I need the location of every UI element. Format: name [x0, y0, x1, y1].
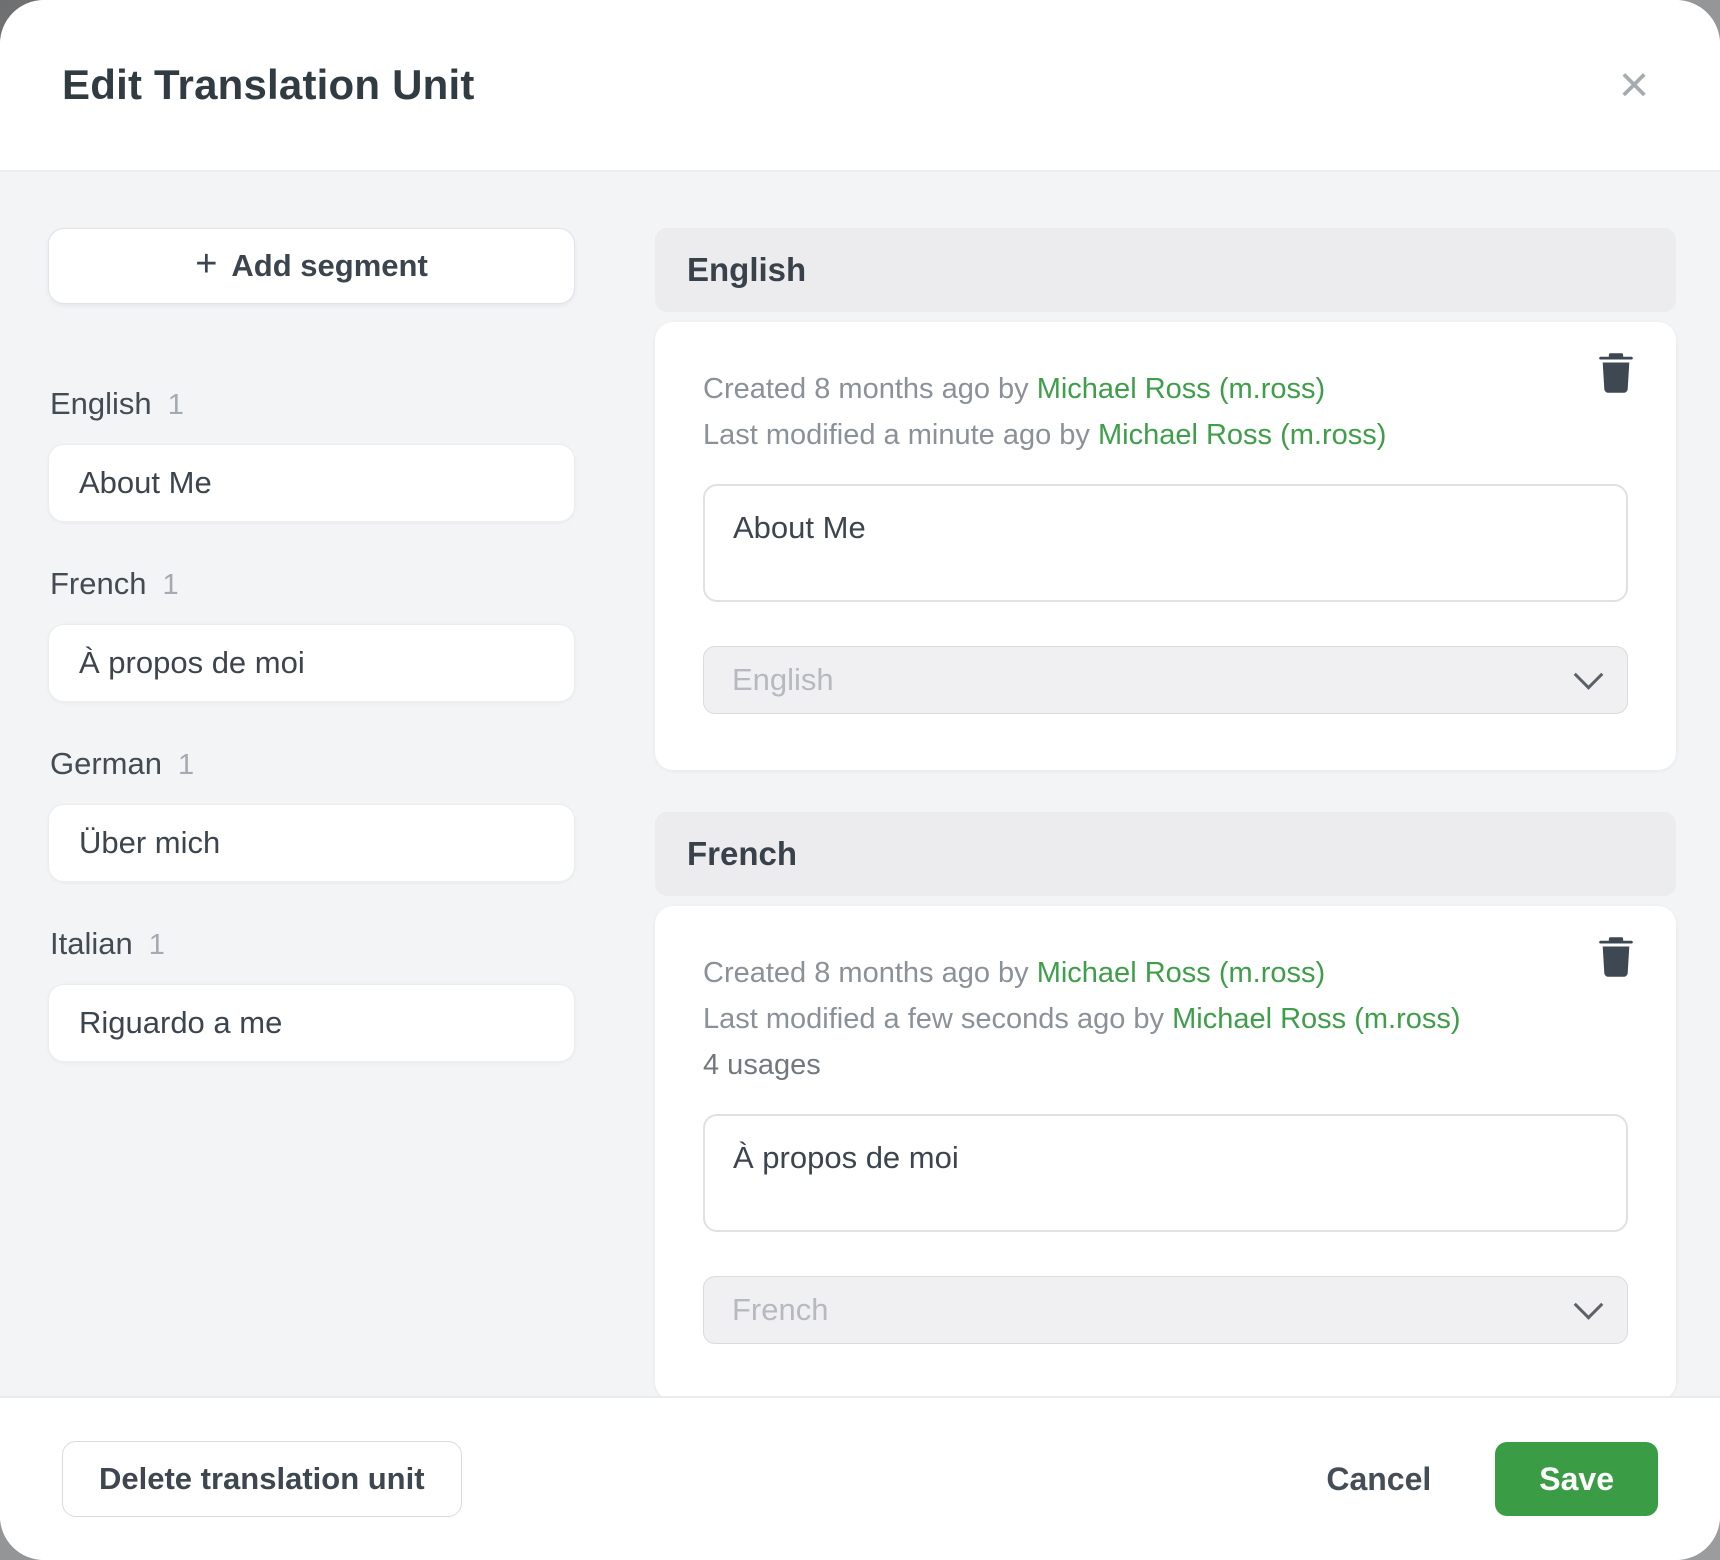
- segment-card-german[interactable]: Über mich: [48, 804, 575, 882]
- modal-title: Edit Translation Unit: [62, 61, 475, 109]
- segment-language: English: [50, 386, 152, 422]
- created-user-link[interactable]: Michael Ross (m.ross): [1037, 373, 1325, 405]
- modified-prefix: Last modified a minute ago by: [703, 419, 1098, 451]
- section-title: English: [687, 251, 806, 289]
- modal-body: + Add segment English 1 About Me French …: [0, 172, 1720, 1396]
- segment-card-english[interactable]: About Me: [48, 444, 575, 522]
- segment-language: Italian: [50, 926, 133, 962]
- language-select-value: English: [732, 662, 834, 698]
- list-item: French 1 À propos de moi: [48, 566, 575, 702]
- list-item: German 1 Über mich: [48, 746, 575, 882]
- segment-detail-card-french: Created 8 months ago by Michael Ross (m.…: [655, 906, 1676, 1396]
- chevron-down-icon: [1574, 1289, 1604, 1319]
- cancel-button[interactable]: Cancel: [1320, 1460, 1437, 1499]
- segment-list: English 1 About Me French 1 À propos de …: [48, 386, 575, 1062]
- modified-meta: Last modified a minute ago by Michael Ro…: [703, 412, 1628, 458]
- section-french: French Created 8 months ago by Michael R…: [655, 812, 1676, 1396]
- trash-icon[interactable]: [1594, 934, 1638, 982]
- usages-count: 4 usages: [703, 1042, 1628, 1088]
- segment-card-italian[interactable]: Riguardo a me: [48, 984, 575, 1062]
- segment-sidebar: + Add segment English 1 About Me French …: [48, 228, 575, 1376]
- list-item: Italian 1 Riguardo a me: [48, 926, 575, 1062]
- modified-prefix: Last modified a few seconds ago by: [703, 1003, 1172, 1035]
- language-select[interactable]: English: [703, 646, 1628, 714]
- segment-language-label: Italian 1: [50, 926, 575, 962]
- save-button[interactable]: Save: [1495, 1442, 1658, 1516]
- segment-language-label: French 1: [50, 566, 575, 602]
- language-select-value: French: [732, 1292, 828, 1328]
- plus-icon: +: [195, 245, 217, 283]
- segment-card-french[interactable]: À propos de moi: [48, 624, 575, 702]
- segment-detail-card-english: Created 8 months ago by Michael Ross (m.…: [655, 322, 1676, 770]
- modified-user-link[interactable]: Michael Ross (m.ross): [1098, 419, 1386, 451]
- section-english: English Created 8 months ago by Michael …: [655, 228, 1676, 770]
- segment-count-badge: 1: [168, 389, 184, 422]
- segment-language-label: German 1: [50, 746, 575, 782]
- section-header-french: French: [655, 812, 1676, 896]
- trash-icon[interactable]: [1594, 350, 1638, 398]
- edit-translation-unit-modal: Edit Translation Unit × + Add segment En…: [0, 0, 1720, 1560]
- chevron-down-icon: [1574, 659, 1604, 689]
- modal-footer: Delete translation unit Cancel Save: [0, 1396, 1720, 1560]
- segment-count-badge: 1: [149, 929, 165, 962]
- segment-language-label: English 1: [50, 386, 575, 422]
- segment-count-badge: 1: [162, 569, 178, 602]
- segment-count-badge: 1: [178, 749, 194, 782]
- language-select[interactable]: French: [703, 1276, 1628, 1344]
- modified-user-link[interactable]: Michael Ross (m.ross): [1172, 1003, 1460, 1035]
- close-icon[interactable]: ×: [1604, 55, 1664, 115]
- segment-language: French: [50, 566, 146, 602]
- add-segment-button[interactable]: + Add segment: [48, 228, 575, 304]
- segment-language: German: [50, 746, 162, 782]
- created-prefix: Created 8 months ago by: [703, 373, 1037, 405]
- list-item: English 1 About Me: [48, 386, 575, 522]
- created-meta: Created 8 months ago by Michael Ross (m.…: [703, 366, 1628, 412]
- created-prefix: Created 8 months ago by: [703, 957, 1037, 989]
- modified-meta: Last modified a few seconds ago by Micha…: [703, 996, 1628, 1042]
- segment-text-input[interactable]: About Me: [703, 484, 1628, 602]
- section-header-english: English: [655, 228, 1676, 312]
- created-user-link[interactable]: Michael Ross (m.ross): [1037, 957, 1325, 989]
- section-title: French: [687, 835, 797, 873]
- delete-translation-unit-button[interactable]: Delete translation unit: [62, 1441, 462, 1517]
- segment-text-input[interactable]: À propos de moi: [703, 1114, 1628, 1232]
- segment-detail-panel: English Created 8 months ago by Michael …: [655, 228, 1676, 1376]
- created-meta: Created 8 months ago by Michael Ross (m.…: [703, 950, 1628, 996]
- modal-header: Edit Translation Unit ×: [0, 0, 1720, 172]
- add-segment-label: Add segment: [231, 248, 427, 284]
